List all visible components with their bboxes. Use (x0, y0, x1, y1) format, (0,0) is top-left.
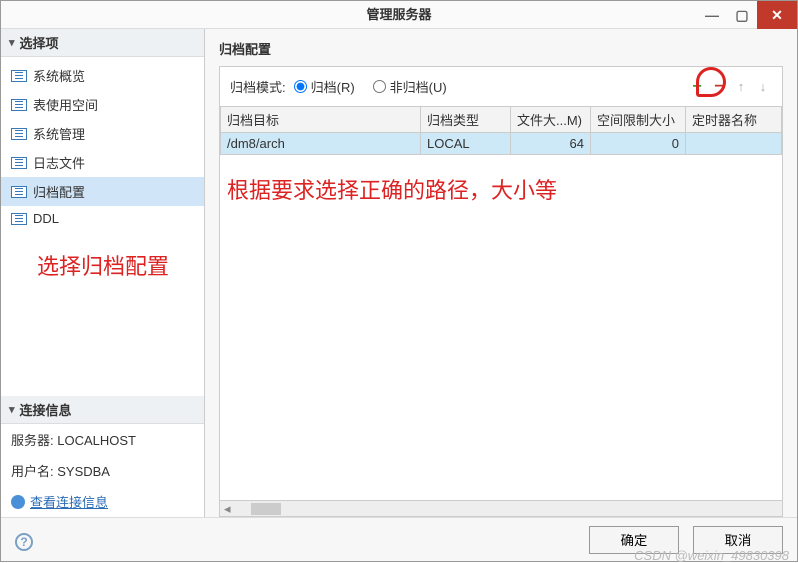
dialog-buttons: 确定 取消 (1, 517, 797, 561)
main: 归档配置 归档模式: 归档(R) 非归档(U) + − ↑ ↓ (205, 29, 797, 517)
move-down-button[interactable]: ↓ (754, 78, 772, 96)
radio-archive[interactable]: 归档(R) (294, 77, 355, 96)
table-header-row: 归档目标 归档类型 文件大...M) 空间限制大小 定时器名称 (221, 107, 782, 133)
doc-icon (11, 213, 27, 225)
scroll-left-icon[interactable]: ◂ (224, 501, 231, 517)
link-icon (11, 495, 25, 509)
help-button[interactable]: ? (15, 533, 33, 551)
close-button[interactable]: ✕ (757, 1, 797, 29)
sidebar-item-sysadmin[interactable]: 系统管理 (1, 119, 204, 148)
radio-nonarchive-input[interactable] (373, 80, 386, 93)
ok-button[interactable]: 确定 (589, 526, 679, 554)
radio-archive-input[interactable] (294, 80, 307, 93)
cell-type[interactable]: LOCAL (421, 133, 511, 155)
h-scrollbar[interactable]: ◂ (220, 500, 782, 516)
title-buttons: — ▢ ✕ (697, 1, 797, 29)
view-conn-link[interactable]: 查看连接信息 (30, 492, 108, 511)
doc-icon (11, 128, 27, 140)
table-row[interactable]: /dm8/arch LOCAL 64 0 (221, 133, 782, 155)
sidebar-item-tablespace[interactable]: 表使用空间 (1, 90, 204, 119)
table-wrap: 归档目标 归档类型 文件大...M) 空间限制大小 定时器名称 /dm8/arc… (220, 106, 782, 155)
scroll-thumb[interactable] (251, 503, 281, 515)
doc-icon (11, 186, 27, 198)
move-up-button[interactable]: ↑ (732, 78, 750, 96)
body: 选择项 系统概览 表使用空间 系统管理 日志文件 归档配置 DDL 连接信息 服… (1, 29, 797, 517)
options-header[interactable]: 选择项 (1, 29, 204, 57)
user-label: 用户名: SYSDBA (1, 455, 204, 486)
conn-header[interactable]: 连接信息 (1, 396, 204, 424)
cancel-button[interactable]: 取消 (693, 526, 783, 554)
nav-items: 系统概览 表使用空间 系统管理 日志文件 归档配置 DDL (1, 57, 204, 235)
page-title: 归档配置 (219, 39, 783, 58)
mode-label: 归档模式: (230, 77, 286, 96)
maximize-button[interactable]: ▢ (727, 1, 757, 29)
panel: 归档模式: 归档(R) 非归档(U) + − ↑ ↓ (219, 66, 783, 517)
view-conn-link-row: 查看连接信息 (1, 486, 204, 517)
add-row-button[interactable]: + (688, 78, 706, 96)
window: 管理服务器 — ▢ ✕ 选择项 系统概览 表使用空间 系统管理 日志文件 归档配… (0, 0, 798, 562)
help-row: ? (15, 533, 33, 551)
panel-top: 归档模式: 归档(R) 非归档(U) + − ↑ ↓ (220, 67, 782, 106)
archive-table: 归档目标 归档类型 文件大...M) 空间限制大小 定时器名称 /dm8/arc… (220, 106, 782, 155)
sidebar-item-archive[interactable]: 归档配置 (1, 177, 204, 206)
col-spacelimit[interactable]: 空间限制大小 (591, 107, 686, 133)
window-title: 管理服务器 (366, 7, 431, 22)
col-timer[interactable]: 定时器名称 (686, 107, 782, 133)
cell-spacelimit[interactable]: 0 (591, 133, 686, 155)
col-filesize[interactable]: 文件大...M) (511, 107, 591, 133)
titlebar: 管理服务器 — ▢ ✕ (1, 1, 797, 29)
sidebar-item-ddl[interactable]: DDL (1, 206, 204, 231)
sidebar-item-overview[interactable]: 系统概览 (1, 61, 204, 90)
cell-filesize[interactable]: 64 (511, 133, 591, 155)
doc-icon (11, 99, 27, 111)
sidebar-item-logfiles[interactable]: 日志文件 (1, 148, 204, 177)
minimize-button[interactable]: — (697, 1, 727, 29)
remove-row-button[interactable]: − (710, 78, 728, 96)
radio-group: 归档(R) 非归档(U) (294, 77, 465, 96)
col-target[interactable]: 归档目标 (221, 107, 421, 133)
cell-target[interactable]: /dm8/arch (221, 133, 421, 155)
server-label: 服务器: LOCALHOST (1, 424, 204, 455)
radio-nonarchive[interactable]: 非归档(U) (373, 77, 447, 96)
sidebar: 选择项 系统概览 表使用空间 系统管理 日志文件 归档配置 DDL 连接信息 服… (1, 29, 205, 517)
doc-icon (11, 70, 27, 82)
table-toolbar: + − ↑ ↓ (688, 78, 772, 96)
cell-timer[interactable] (686, 133, 782, 155)
doc-icon (11, 157, 27, 169)
col-type[interactable]: 归档类型 (421, 107, 511, 133)
